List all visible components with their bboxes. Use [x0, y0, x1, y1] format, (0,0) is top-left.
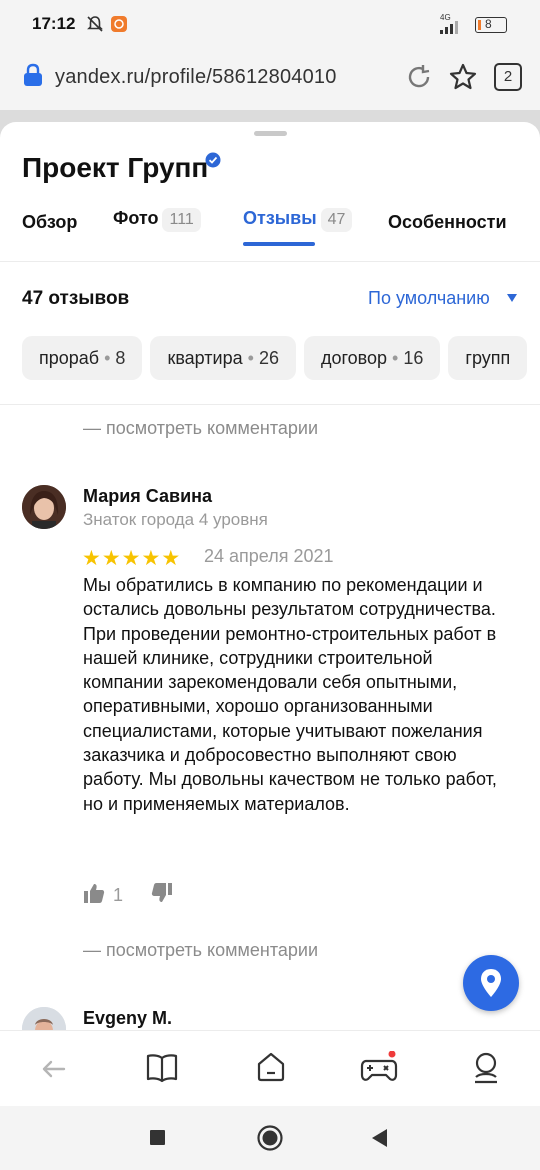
like-count: 1 — [113, 885, 124, 905]
url-text[interactable]: yandex.ru/profile/58612804010 — [55, 66, 337, 89]
keyword-chips: прораб • 8 квартира • 26 договор • 16 групп — [22, 336, 535, 382]
star-icon: ★ — [82, 547, 101, 570]
home-circle-icon[interactable] — [257, 1125, 283, 1151]
org-card-sheet: Проект Групп Обзор Фото 111 Отзывы 47 Особ… — [0, 122, 540, 1030]
browser-bottom-nav — [0, 1030, 540, 1107]
tab-count: 111 — [162, 208, 201, 232]
chip-dogovor[interactable]: договор • 16 — [303, 336, 441, 380]
tabs-count-button[interactable]: 2 — [494, 63, 522, 91]
star-icon: ★ — [141, 547, 161, 570]
avatar[interactable] — [22, 485, 66, 529]
system-nav-bar — [0, 1106, 540, 1170]
tab-reviews[interactable]: Отзывы 47 — [243, 208, 353, 232]
chip-grupp[interactable]: групп — [448, 336, 528, 380]
chip-label: договор — [320, 348, 388, 368]
reload-icon[interactable] — [406, 64, 432, 90]
star-icon: ★ — [101, 547, 121, 570]
tab-label: Фото — [113, 208, 159, 228]
divider — [0, 261, 540, 262]
profile-icon[interactable] — [472, 1051, 500, 1085]
back-arrow-icon[interactable] — [40, 1055, 68, 1083]
chip-count: 16 — [403, 348, 424, 368]
chip-label: прораб — [39, 348, 100, 368]
org-title: Проект Групп — [22, 152, 209, 183]
review-date: 24 апреля 2021 — [204, 546, 334, 566]
battery-icon: 8 — [475, 17, 507, 33]
battery-level: 8 — [485, 17, 492, 31]
chip-count: 8 — [115, 348, 126, 368]
review-author[interactable]: Evgeny M. — [83, 1008, 172, 1029]
home-icon[interactable] — [255, 1051, 287, 1083]
signal-icon — [440, 21, 458, 34]
tab-count: 47 — [320, 208, 353, 232]
browser-url-bar: yandex.ru/profile/58612804010 2 — [0, 46, 540, 110]
tab-features[interactable]: Особенности — [388, 212, 507, 233]
tab-overview[interactable]: Обзор — [22, 212, 77, 233]
thumbs-down-icon[interactable] — [151, 882, 173, 904]
star-bookmark-icon[interactable] — [449, 63, 477, 91]
org-tabs: Обзор Фото 111 Отзывы 47 Особенности — [0, 208, 540, 250]
chip-kvartira[interactable]: квартира • 26 — [150, 336, 296, 380]
chip-label: квартира — [167, 348, 243, 368]
sheet-grabber[interactable] — [254, 131, 287, 136]
map-pin-icon — [481, 969, 501, 997]
thumbs-up-icon[interactable] — [83, 882, 105, 904]
stop-icon[interactable] — [150, 1130, 165, 1145]
status-bar: 17:12 4G 8 — [0, 0, 540, 46]
gamepad-icon[interactable] — [360, 1051, 398, 1085]
chip-label: групп — [465, 348, 511, 368]
verified-icon — [205, 152, 221, 168]
divider — [0, 404, 540, 405]
back-triangle-icon[interactable] — [370, 1128, 388, 1148]
star-icon: ★ — [161, 547, 181, 570]
view-comments-link[interactable]: — посмотреть комментарии — [83, 940, 318, 961]
tab-label: Обзор — [22, 212, 78, 232]
review-author[interactable]: Мария Савина — [83, 486, 212, 507]
review-author-level: Знаток города 4 уровня — [83, 510, 268, 529]
chevron-down-icon[interactable] — [507, 294, 517, 302]
tab-label: Отзывы — [243, 208, 317, 228]
review-text: Мы обратились в компанию по рекомендации… — [83, 575, 497, 814]
view-comments-link[interactable]: — посмотреть комментарии — [83, 418, 318, 439]
muted-bell-icon — [87, 16, 103, 32]
book-icon[interactable] — [146, 1053, 178, 1083]
reviews-count: 47 отзывов — [22, 288, 130, 309]
chip-prorab[interactable]: прораб • 8 — [22, 336, 143, 380]
lock-icon — [24, 63, 42, 86]
app-notification-icon — [111, 16, 127, 32]
status-time: 17:12 — [32, 14, 76, 33]
star-icon: ★ — [121, 547, 141, 570]
avatar[interactable] — [22, 1007, 66, 1030]
sort-dropdown[interactable]: По умолчанию — [368, 288, 490, 309]
active-tab-indicator — [243, 242, 315, 246]
rating-stars: ★★★★★ — [82, 546, 181, 571]
tab-photos[interactable]: Фото 111 — [113, 208, 201, 232]
tab-label: Особенности — [388, 212, 507, 232]
map-pin-button[interactable] — [463, 955, 519, 1011]
chip-count: 26 — [258, 348, 279, 368]
